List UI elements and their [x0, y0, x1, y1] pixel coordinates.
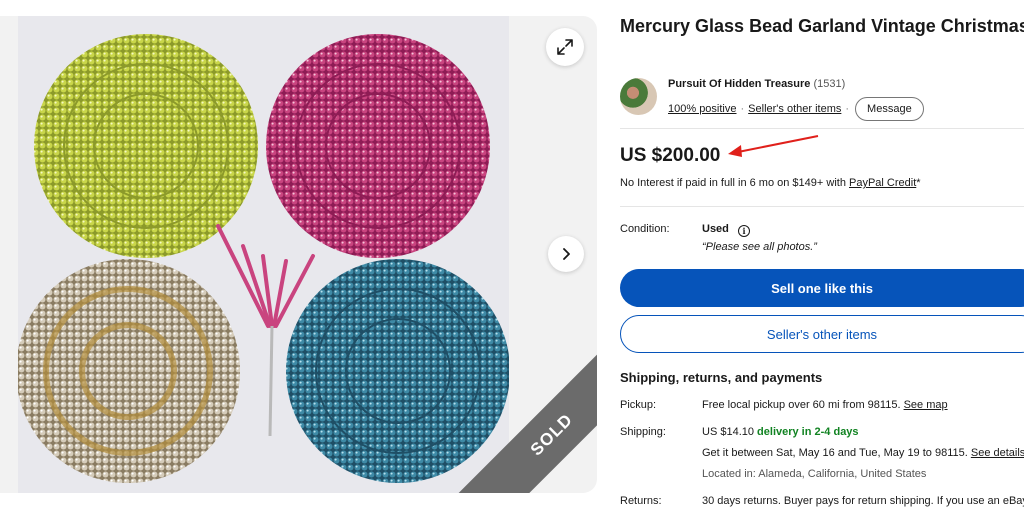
seller-name-line: Pursuit Of Hidden Treasure (1531): [668, 78, 845, 90]
expand-image-button[interactable]: [546, 28, 584, 66]
seller-other-items-link[interactable]: Seller's other items: [748, 103, 841, 115]
delivery-estimate: Get it between Sat, May 16 and Tue, May …: [702, 447, 968, 459]
divider: [620, 128, 1024, 129]
seller-feedback-count: (1531): [813, 78, 846, 90]
chevron-right-icon: [563, 248, 570, 260]
separator-dot: ·: [845, 103, 850, 115]
divider: [620, 206, 1024, 207]
condition-note: “Please see all photos.”: [702, 241, 817, 253]
condition-value-line: Used i: [702, 223, 750, 237]
seller-avatar[interactable]: [620, 78, 657, 115]
paypal-credit-link[interactable]: PayPal Credit: [849, 177, 916, 189]
financing-text: No Interest if paid in full in 6 mo on $…: [620, 177, 849, 189]
returns-label: Returns:: [620, 495, 662, 507]
pickup-text: Free local pickup over 60 mi from 98115.: [702, 399, 901, 411]
returns-text: 30 days returns. Buyer pays for return s…: [702, 495, 1024, 507]
image-gallery: SOLD: [0, 16, 597, 493]
shipping-label: Shipping:: [620, 426, 666, 438]
listing-details: Mercury Glass Bead Garland Vintage Chris…: [620, 0, 1024, 513]
annotation-arrow-icon: [728, 135, 819, 157]
shipping-cost: US $14.10: [702, 426, 754, 438]
seller-card: Pursuit Of Hidden Treasure (1531) 100% p…: [620, 76, 1024, 121]
shipping-cost-line: US $14.10 delivery in 2-4 days: [702, 426, 859, 438]
expand-arrows-icon: [557, 39, 573, 55]
delivery-speed: delivery in 2-4 days: [757, 426, 859, 438]
financing-offer: No Interest if paid in full in 6 mo on $…: [620, 177, 921, 189]
item-location: Located in: Alameda, California, United …: [702, 468, 927, 480]
info-icon[interactable]: i: [737, 225, 750, 237]
seller-name[interactable]: Pursuit Of Hidden Treasure: [668, 78, 810, 90]
pickup-value: Free local pickup over 60 mi from 98115.…: [702, 399, 948, 411]
shipping-section-title: Shipping, returns, and payments: [620, 370, 823, 385]
positive-feedback-link[interactable]: 100% positive: [668, 103, 737, 115]
message-button[interactable]: Message: [855, 97, 924, 121]
separator-dot: ·: [740, 103, 745, 115]
sell-one-like-this-button[interactable]: Sell one like this: [620, 269, 1024, 307]
condition-value: Used: [702, 223, 729, 235]
seller-links: 100% positive · Seller's other items · M…: [668, 97, 924, 121]
garland-illustration: [18, 16, 509, 493]
listing-title: Mercury Glass Bead Garland Vintage Chris…: [620, 16, 1024, 36]
pickup-label: Pickup:: [620, 399, 657, 411]
price: US $200.00: [620, 145, 721, 166]
product-photo[interactable]: [18, 16, 509, 493]
delivery-estimate-line: Get it between Sat, May 16 and Tue, May …: [702, 447, 1024, 459]
see-map-link[interactable]: See map: [904, 399, 948, 411]
next-image-button[interactable]: [548, 236, 584, 272]
sellers-other-items-button[interactable]: Seller's other items: [620, 315, 1024, 353]
condition-label: Condition:: [620, 223, 670, 235]
financing-asterisk: *: [916, 177, 921, 189]
see-details-link[interactable]: See details: [971, 447, 1024, 459]
